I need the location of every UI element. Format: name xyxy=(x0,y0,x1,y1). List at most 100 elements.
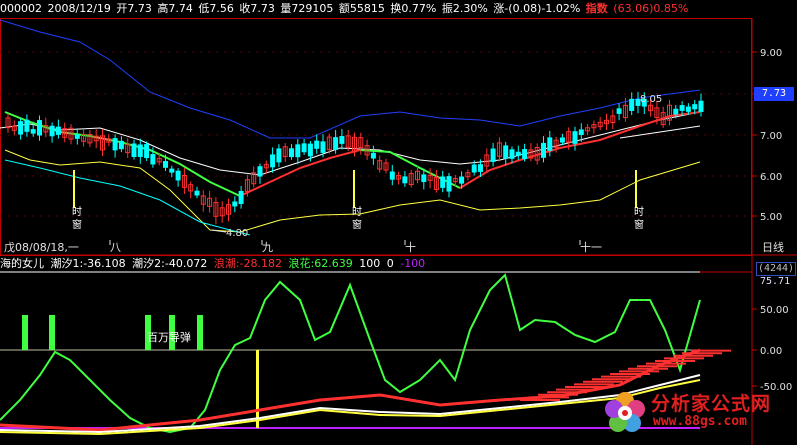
candlestick xyxy=(629,98,635,111)
level-0: 0 xyxy=(386,257,394,270)
candlestick xyxy=(55,126,61,135)
candlestick xyxy=(578,129,584,136)
candlestick xyxy=(459,176,465,184)
candlestick xyxy=(339,136,345,144)
amplitude: 振2.30% xyxy=(441,2,488,15)
stock-code: 000002 xyxy=(0,2,42,15)
candlestick xyxy=(137,144,143,157)
candlestick xyxy=(314,140,320,149)
candlestick xyxy=(389,171,395,180)
signal-label-bottom: 窗 xyxy=(634,218,644,231)
candlestick xyxy=(163,161,168,168)
level-neg100: -100 xyxy=(400,257,426,270)
missile-signal-bar xyxy=(22,315,28,350)
time-aug-label: 八 xyxy=(110,241,121,254)
indicator-code-box: (4244) xyxy=(756,262,796,276)
high-price: 高7.74 xyxy=(157,2,193,15)
period-label: 日线 xyxy=(762,240,784,254)
wave-value: 浪潮:-28.182 xyxy=(213,257,283,270)
signal-label-bottom: 窗 xyxy=(72,218,82,231)
candlestick xyxy=(509,149,515,159)
indicator-name[interactable]: 海的女儿 xyxy=(0,257,44,270)
candlestick xyxy=(18,121,24,135)
candlestick xyxy=(118,140,124,150)
candlestick xyxy=(503,145,509,159)
signal-label-top: 时 xyxy=(634,206,644,218)
candlestick xyxy=(307,143,313,157)
indicator-tick-label: 0.00 xyxy=(760,346,782,357)
price-tick-label: 6.00 xyxy=(760,172,782,183)
indicator-legend: 海的女儿 潮汐1:-36.108 潮汐2:-40.072 浪潮:-28.182 … xyxy=(0,256,720,272)
upper-band-line xyxy=(0,19,701,139)
time-start-label: 戊08/08/18,一 xyxy=(4,241,79,254)
time-nov-label: 十一 xyxy=(580,240,602,254)
candlestick xyxy=(175,170,181,181)
candlestick xyxy=(238,190,244,204)
ma-red-2 xyxy=(459,111,701,189)
missile-signal-bar xyxy=(197,315,203,350)
signal-label-top: 时 xyxy=(72,206,82,218)
candlestick xyxy=(515,151,521,156)
candlestick xyxy=(673,108,679,115)
candlestick xyxy=(150,154,156,165)
candlestick xyxy=(144,144,150,159)
tide2-value: 潮汐2:-40.072 xyxy=(132,257,208,270)
low-price: 低7.56 xyxy=(198,2,234,15)
signal-label-top: 时 xyxy=(352,206,362,218)
price-change: 涨-(0.08)-1.02% xyxy=(493,2,581,15)
missile-signal-bar xyxy=(49,315,55,350)
candlestick xyxy=(446,176,452,192)
chart-canvas[interactable]: 9.008.007.006.005.0050.000.00-50.00戊08/0… xyxy=(0,0,797,445)
candlestick xyxy=(169,168,175,173)
candlestick xyxy=(541,142,546,158)
index-value: (63.06)0.85% xyxy=(613,2,689,15)
candlestick xyxy=(440,176,446,188)
price-tick-label: 5.00 xyxy=(760,212,782,223)
candlestick xyxy=(402,176,408,184)
price-tick-label: 9.00 xyxy=(760,48,782,59)
watermark-url: www.88gs.com xyxy=(653,414,747,429)
close-price: 收7.73 xyxy=(239,2,275,15)
amount: 额55815 xyxy=(338,2,385,15)
candlestick xyxy=(421,174,427,183)
candlestick xyxy=(112,138,118,151)
candlestick xyxy=(37,120,42,136)
open-price: 开7.73 xyxy=(116,2,152,15)
time-sep-label: 九 xyxy=(262,241,273,254)
candlestick xyxy=(490,148,496,162)
candlestick xyxy=(131,143,137,158)
candlestick xyxy=(685,106,691,112)
candlestick xyxy=(301,143,307,153)
lower-cyan-line xyxy=(4,159,251,236)
candlestick xyxy=(522,149,528,159)
tide1-value: 潮汐1:-36.108 xyxy=(50,257,126,270)
yellow-signal-bar xyxy=(256,350,259,428)
candlestick xyxy=(559,137,565,143)
candlestick xyxy=(616,108,622,114)
quote-date: 2008/12/19 xyxy=(47,2,111,15)
price-tick-label: 7.00 xyxy=(760,131,782,142)
low-price-annotation: 4.80 xyxy=(226,228,248,239)
candlestick xyxy=(194,190,200,196)
candlestick xyxy=(471,164,477,173)
candlestick xyxy=(547,137,553,151)
spray-oscillator-line xyxy=(0,273,701,434)
candlestick xyxy=(370,152,376,159)
spray-value: 浪花:62.639 xyxy=(288,257,353,270)
candlestick xyxy=(692,104,698,110)
volume: 量729105 xyxy=(280,2,334,15)
candlestick xyxy=(270,154,276,168)
candlestick xyxy=(74,134,80,139)
time-oct-label: 十 xyxy=(405,240,416,254)
current-price-tag: 7.73 xyxy=(754,87,794,101)
turnover: 换0.77% xyxy=(390,2,437,15)
candlestick xyxy=(49,125,55,137)
high-price-annotation: 8.05 xyxy=(640,94,662,105)
candlestick xyxy=(572,131,578,144)
quote-info-bar: 000002 2008/12/19 开7.73 高7.74 低7.56 收7.7… xyxy=(0,0,797,18)
candlestick xyxy=(295,144,301,158)
signal-label-bottom: 窗 xyxy=(352,218,362,231)
candlestick xyxy=(30,129,36,134)
candlestick xyxy=(257,166,263,177)
candlestick xyxy=(478,164,483,172)
